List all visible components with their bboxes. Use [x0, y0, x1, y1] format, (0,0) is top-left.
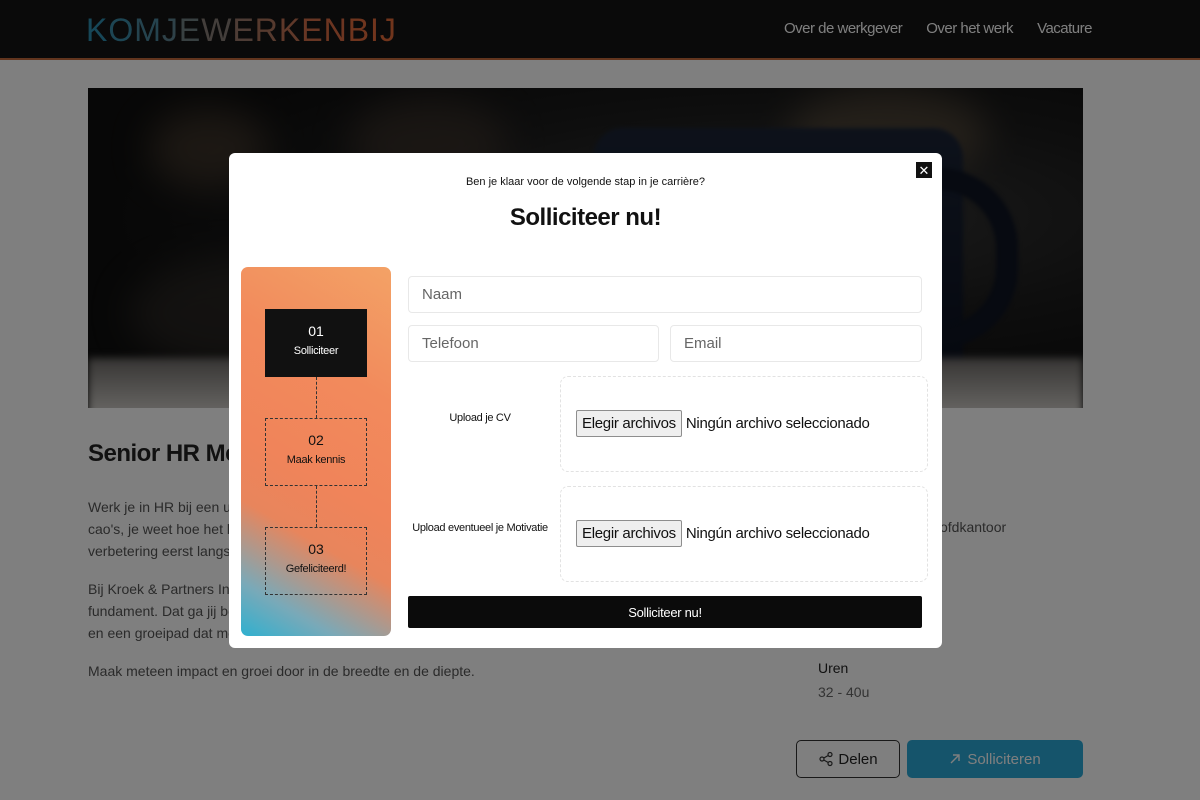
step-gefeliciteerd: 03 Gefeliciteerd!	[265, 527, 367, 595]
step-solliciteer: 01 Solliciteer	[265, 309, 367, 377]
cv-file-status: Ningún archivo seleccionado	[685, 415, 870, 432]
modal-subtitle: Ben je klaar voor de volgende stap in je…	[465, 176, 706, 188]
step-label: Solliciteer	[293, 345, 339, 357]
cv-file-picker: Elegir archivos Ningún archivo seleccion…	[576, 410, 870, 437]
cv-upload-label: Upload je CV	[449, 412, 511, 424]
step-number: 03	[308, 541, 324, 557]
modal-title: Solliciteer nu!	[509, 204, 662, 231]
step-label: Maak kennis	[286, 454, 346, 466]
step-connector	[316, 486, 317, 527]
motivation-choose-files-button[interactable]: Elegir archivos	[576, 520, 682, 547]
step-maak-kennis: 02 Maak kennis	[265, 418, 367, 486]
step-connector	[316, 377, 317, 418]
step-label: Gefeliciteerd!	[285, 563, 347, 575]
name-field[interactable]	[408, 276, 922, 313]
application-steps-panel: 01 Solliciteer 02 Maak kennis 03 Gefelic…	[241, 267, 391, 636]
motivation-upload-dropzone[interactable]: Elegir archivos Ningún archivo seleccion…	[560, 486, 928, 582]
submit-application-button[interactable]: Solliciteer nu!	[408, 596, 922, 628]
phone-field[interactable]	[408, 325, 659, 362]
step-number: 01	[308, 323, 324, 339]
application-modal: ✕ Ben je klaar voor de volgende stap in …	[229, 153, 942, 648]
cv-choose-files-button[interactable]: Elegir archivos	[576, 410, 682, 437]
cv-upload-dropzone[interactable]: Elegir archivos Ningún archivo seleccion…	[560, 376, 928, 472]
motivation-file-status: Ningún archivo seleccionado	[685, 525, 870, 542]
motivation-file-picker: Elegir archivos Ningún archivo seleccion…	[576, 520, 870, 547]
motivation-upload-label: Upload eventueel je Motivatie	[412, 522, 548, 534]
email-field[interactable]	[670, 325, 922, 362]
step-number: 02	[308, 432, 324, 448]
